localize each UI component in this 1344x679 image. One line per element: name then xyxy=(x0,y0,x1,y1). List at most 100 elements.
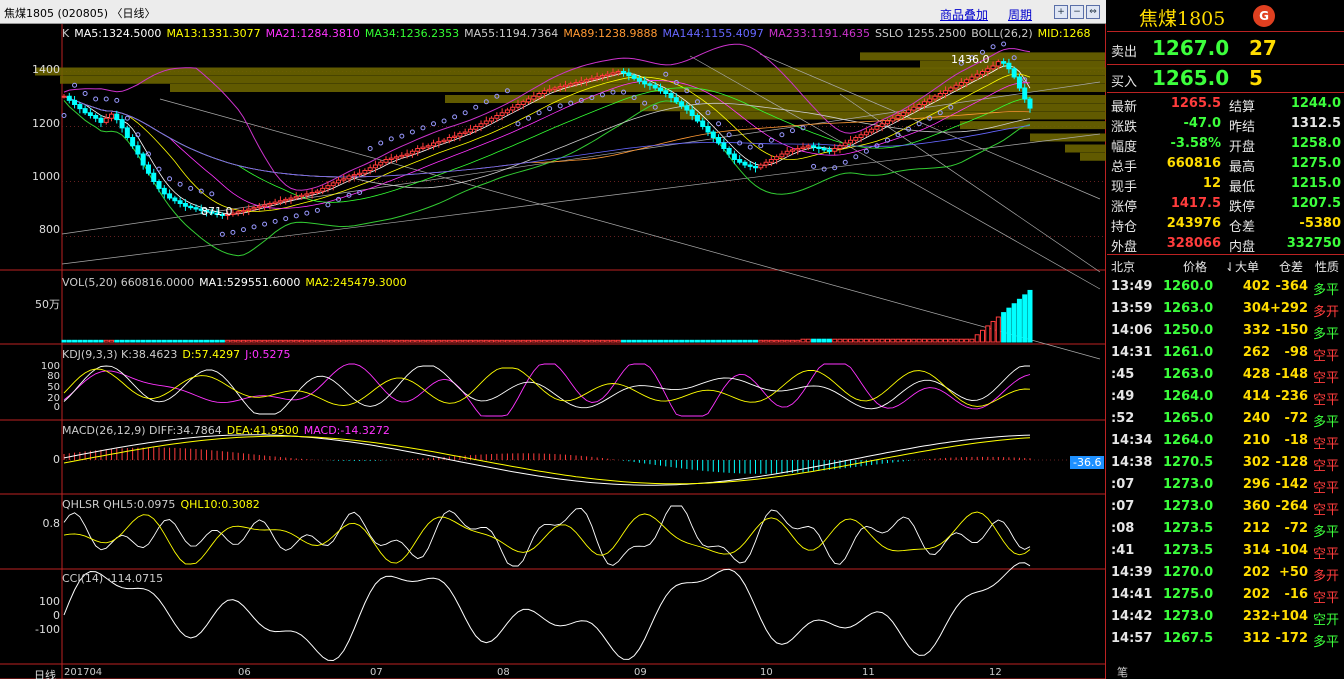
candle-body xyxy=(119,119,125,129)
volume-bar xyxy=(974,334,980,343)
candle-body xyxy=(325,185,331,189)
candle-body xyxy=(267,203,273,206)
expand-icon[interactable]: ⇔ xyxy=(1086,5,1100,19)
candle-body xyxy=(811,145,817,148)
stat-label: 仓差 xyxy=(1229,220,1256,235)
volume-bar xyxy=(789,339,795,343)
candle-body xyxy=(494,115,500,119)
volume-bar xyxy=(679,339,685,343)
volume-bar xyxy=(66,339,72,343)
stat-label: 涨停 xyxy=(1111,200,1138,215)
candle-body xyxy=(66,95,72,101)
sar-dot xyxy=(388,136,394,142)
tick-row[interactable]: 14:06 1250.0 332 -150 多平 xyxy=(1107,320,1344,342)
tick-row[interactable]: 14:42 1273.0 232 +104 空开 xyxy=(1107,606,1344,628)
tick-volume: 240 xyxy=(1242,411,1270,426)
tick-row[interactable]: :08 1273.5 212 -72 多平 xyxy=(1107,518,1344,540)
quote-header: 焦煤1805 G xyxy=(1107,0,1344,32)
candle-body xyxy=(489,117,495,122)
volume-bar xyxy=(1027,289,1033,343)
y-tick-1400: 1400 xyxy=(32,63,60,76)
tick-row[interactable]: 14:34 1264.0 210 -18 空平 xyxy=(1107,430,1344,452)
stat-label: 最低 xyxy=(1229,180,1256,195)
kline-chart[interactable]: 201704 06 07 08 09 10 11 12 K MA5:1324.5000 MA13:… xyxy=(0,24,1106,679)
overlay-link[interactable]: 商品叠加 xyxy=(940,6,988,23)
stat-row: 涨停 1417.5 跌停 1207.5 xyxy=(1107,194,1344,215)
candle-body xyxy=(657,87,663,92)
candle-body xyxy=(309,192,315,195)
volume-bar xyxy=(684,339,690,343)
candle-body xyxy=(135,145,141,155)
x-tick-label: 10 xyxy=(760,667,773,678)
tick-price: 1273.0 xyxy=(1163,499,1214,514)
x-tick-label: 08 xyxy=(497,667,510,678)
zoom-out-icon[interactable]: − xyxy=(1070,5,1084,19)
tick-row[interactable]: 13:49 1260.0 402 -364 多平 xyxy=(1107,276,1344,298)
candle-body xyxy=(647,83,653,86)
volume-bar xyxy=(283,339,289,343)
tick-price: 1260.0 xyxy=(1163,279,1214,294)
tick-row[interactable]: 13:59 1263.0 304 +292 多开 xyxy=(1107,298,1344,320)
zoom-in-icon[interactable]: + xyxy=(1054,5,1068,19)
sar-dot xyxy=(177,181,183,187)
candle-body xyxy=(357,172,363,176)
tick-row[interactable]: :07 1273.0 296 -142 空平 xyxy=(1107,474,1344,496)
candle-body xyxy=(109,113,115,119)
sar-dot xyxy=(842,159,848,165)
volume-bar xyxy=(958,338,964,343)
volume-bar xyxy=(93,339,99,343)
tick-row[interactable]: 14:39 1270.0 202 +50 多开 xyxy=(1107,562,1344,584)
sar-dot xyxy=(240,227,246,233)
candle-body xyxy=(974,73,980,78)
volume-bar xyxy=(214,339,220,343)
volume-bar xyxy=(995,316,1001,343)
stat-value: 1215.0 xyxy=(1290,176,1341,191)
candle-body xyxy=(900,112,906,116)
tick-row[interactable]: 14:38 1270.5 302 -128 空平 xyxy=(1107,452,1344,474)
tick-oi-change: -104 xyxy=(1275,543,1308,558)
candle-body xyxy=(557,86,563,89)
volume-bar xyxy=(979,329,985,343)
ticks-col-type: 性质 xyxy=(1315,260,1340,274)
tick-row[interactable]: :52 1265.0 240 -72 多平 xyxy=(1107,408,1344,430)
volume-bar xyxy=(140,339,146,343)
volume-bar xyxy=(267,339,273,343)
period-label: 日线 xyxy=(34,669,56,679)
tick-row[interactable]: :41 1273.5 314 -104 空平 xyxy=(1107,540,1344,562)
ask-label: 卖出 xyxy=(1111,45,1138,60)
candle-body xyxy=(758,164,764,169)
tick-row[interactable]: :45 1263.0 428 -148 空平 xyxy=(1107,364,1344,386)
volume-bar xyxy=(710,339,716,343)
volume-bar xyxy=(457,339,463,343)
stat-row: 涨跌 -47.0 昨结 1312.5 xyxy=(1107,114,1344,135)
tick-row[interactable]: 14:57 1267.5 312 -172 多平 xyxy=(1107,628,1344,650)
volume-bar xyxy=(378,339,384,343)
volume-bar xyxy=(130,339,136,343)
candle-body xyxy=(452,135,458,138)
sar-dot xyxy=(304,210,310,216)
sar-dot xyxy=(536,110,542,116)
tick-row[interactable]: :49 1264.0 414 -236 空平 xyxy=(1107,386,1344,408)
sar-dot xyxy=(378,140,384,146)
tick-row[interactable]: 14:31 1261.0 262 -98 空平 xyxy=(1107,342,1344,364)
sar-dot xyxy=(863,148,869,154)
volume-bar xyxy=(895,338,901,343)
volume-bar xyxy=(299,339,305,343)
candle-body xyxy=(425,145,431,148)
candle-body xyxy=(995,61,1001,67)
tick-oi-change: +104 xyxy=(1269,609,1308,624)
ticks-col-volume: ⇃大单 xyxy=(1225,260,1260,274)
tick-price: 1270.5 xyxy=(1163,455,1214,470)
tick-volume: 302 xyxy=(1242,455,1270,470)
tick-row[interactable]: :07 1273.0 360 -264 空平 xyxy=(1107,496,1344,518)
candle-body xyxy=(958,82,964,86)
bid-label: 买入 xyxy=(1111,75,1138,90)
tick-row[interactable]: 14:41 1275.0 202 -16 空平 xyxy=(1107,584,1344,606)
candle-body xyxy=(979,71,985,75)
period-link[interactable]: 周期 xyxy=(1008,6,1032,23)
volume-bar xyxy=(288,339,294,343)
candle-body xyxy=(689,109,695,116)
stat-label: 最新 xyxy=(1111,100,1138,115)
y-tick-800: 800 xyxy=(39,223,60,236)
volume-bar xyxy=(494,339,500,343)
